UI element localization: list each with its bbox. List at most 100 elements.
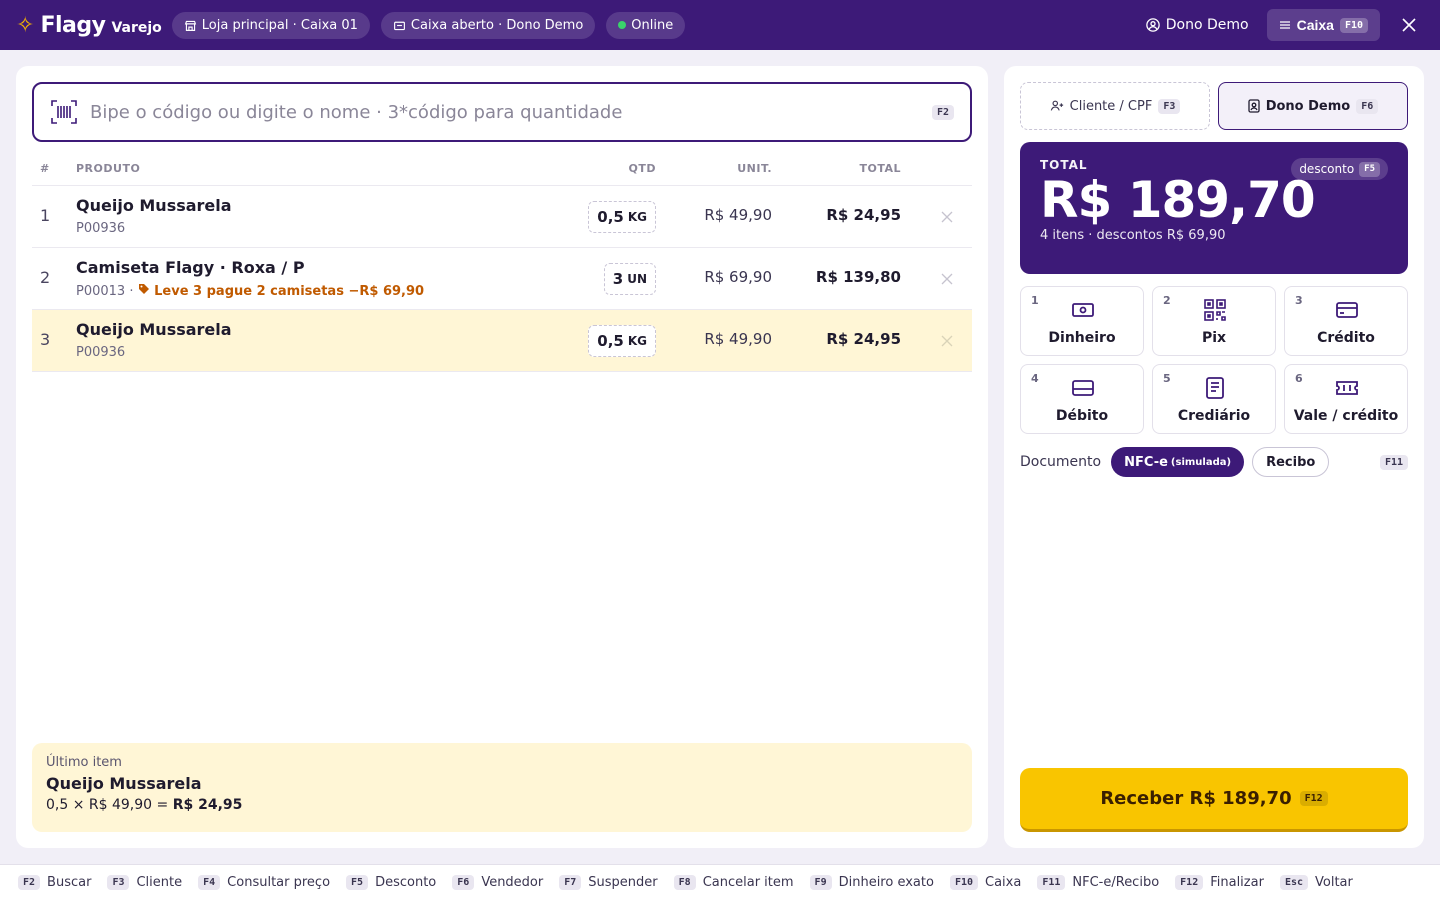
row-num: 3 [40, 330, 51, 349]
discount-label: desconto [1299, 162, 1355, 176]
last-item-calc-total: R$ 24,95 [172, 797, 243, 813]
product-sku: P00013 · [76, 284, 134, 299]
close-button[interactable] [1394, 10, 1424, 40]
doc-receipt-button[interactable]: Recibo [1252, 447, 1330, 477]
doc-nfce-note: (simulada) [1170, 456, 1232, 468]
store-pill[interactable]: Loja principal · Caixa 01 [171, 11, 370, 39]
doc-receipt-label: Recibo [1266, 454, 1316, 470]
table-row[interactable]: 1 Queijo Mussarela P00936 0,5 KG R$ 49,90… [32, 186, 972, 248]
line-total: R$ 139,80 [815, 268, 901, 286]
qty-value: 0,5 [597, 208, 624, 226]
shortcut-label: Suspender [588, 875, 658, 890]
shortcut-label: Consultar preço [227, 875, 331, 890]
payment-label: Dinheiro [1048, 330, 1116, 346]
shortcut-document[interactable]: F11 NFC-e/Recibo [1037, 875, 1159, 890]
store-icon [184, 20, 196, 31]
payment-label: Débito [1055, 408, 1109, 424]
line-total: R$ 24,95 [826, 206, 901, 224]
shortcut-label: Dinheiro exato [838, 875, 934, 890]
unit-price: R$ 49,90 [704, 330, 772, 348]
voucher-icon [1336, 381, 1358, 395]
last-item-calc-prefix: 0,5 × R$ 49,90 = [46, 797, 169, 813]
payment-cash-button[interactable]: 1 Dinheiro [1020, 286, 1144, 356]
shortcut-price-check[interactable]: F4 Consultar preço [198, 875, 330, 890]
last-item-card: Último item Queijo Mussarela 0,5 × R$ 49… [32, 743, 972, 832]
shortcut-client[interactable]: F3 Cliente [107, 875, 182, 890]
promo-label: Leve 3 pague 2 camisetas −R$ 69,90 [154, 284, 425, 299]
user-menu[interactable]: Dono Demo [1138, 17, 1257, 33]
doc-key: F11 [1379, 454, 1408, 470]
store-label: Loja principal · Caixa 01 [201, 17, 358, 33]
unit-price: R$ 69,90 [704, 268, 772, 286]
top-bar: ✧ Flagy Varejo Loja principal · Caixa 01… [0, 0, 1440, 50]
shortcut-label: Finalizar [1210, 875, 1264, 890]
caixa-label: Caixa [1296, 17, 1334, 33]
payment-debit-button[interactable]: 4 Débito [1020, 364, 1144, 434]
row-num: 1 [40, 206, 51, 225]
payment-credit-button[interactable]: 3 Crédito [1284, 286, 1408, 356]
table-row[interactable]: 2 Camiseta Flagy · Roxa / P P00013 · Lev… [32, 248, 972, 310]
qty-unit: KG [627, 210, 647, 224]
product-sku: P00936 [76, 345, 126, 360]
qty-field[interactable]: 0,5 KG [588, 201, 656, 233]
ledger-icon [1206, 377, 1224, 399]
shortcut-back[interactable]: Esc Voltar [1279, 875, 1353, 890]
close-icon [941, 211, 953, 223]
shortcut-search[interactable]: F2 Buscar [18, 875, 91, 890]
register-status-pill[interactable]: Caixa aberto · Dono Demo [380, 11, 596, 39]
credit-card-icon [1336, 302, 1358, 318]
seller-key: F6 [1356, 98, 1379, 114]
shortcut-suspend[interactable]: F7 Suspender [559, 875, 658, 890]
payment-store-credit-button[interactable]: 5 Crediário [1152, 364, 1276, 434]
remove-item-button[interactable] [934, 328, 960, 354]
shortcut-key: Esc [1279, 875, 1308, 890]
shortcut-caixa[interactable]: F10 Caixa [949, 875, 1022, 890]
barcode-icon [51, 100, 77, 124]
search-input[interactable] [90, 101, 932, 123]
shortcut-cancel-item[interactable]: F8 Cancelar item [673, 875, 794, 890]
payment-label: Pix [1201, 330, 1227, 346]
user-icon [1145, 18, 1160, 32]
col-product: PRODUTO [76, 162, 141, 175]
doc-nfce-label: NFC-e [1124, 454, 1168, 470]
discount-button[interactable]: desconto F5 [1291, 158, 1388, 180]
shortcut-exact-cash[interactable]: F9 Dinheiro exato [809, 875, 934, 890]
payment-num: 1 [1031, 294, 1039, 307]
seller-button[interactable]: Dono Demo F6 [1218, 82, 1408, 130]
qty-field[interactable]: 3 UN [603, 263, 656, 295]
shortcut-seller[interactable]: F6 Vendedor [452, 875, 543, 890]
badge-icon [1248, 99, 1260, 113]
online-label: Online [631, 17, 674, 33]
table-row[interactable]: 3 Queijo Mussarela P00936 0,5 KG R$ 49,90… [32, 310, 972, 372]
remove-item-button[interactable] [934, 204, 960, 230]
tag-icon [138, 284, 149, 294]
caixa-button[interactable]: Caixa F10 [1266, 9, 1380, 41]
shortcut-key: F3 [107, 875, 130, 890]
qr-code-icon [1204, 299, 1226, 321]
doc-nfce-button[interactable]: NFC-e (simulada) [1111, 447, 1245, 477]
product-name: Queijo Mussarela [76, 320, 232, 339]
shortcut-finish[interactable]: F12 Finalizar [1175, 875, 1264, 890]
qty-unit: UN [627, 272, 647, 286]
shortcut-key: F6 [452, 875, 475, 890]
client-button[interactable]: Cliente / CPF F3 [1020, 82, 1210, 130]
product-search[interactable]: F2 [32, 82, 972, 142]
payment-num: 3 [1295, 294, 1303, 307]
remove-item-button[interactable] [934, 266, 960, 292]
payment-pix-button[interactable]: 2 Pix [1152, 286, 1276, 356]
register-status-label: Caixa aberto · Dono Demo [410, 17, 584, 33]
shortcut-label: Vendedor [481, 875, 544, 890]
payment-num: 6 [1295, 372, 1303, 385]
debit-card-icon [1072, 380, 1094, 396]
search-key: F2 [931, 104, 954, 120]
shortcut-discount[interactable]: F5 Desconto [346, 875, 436, 890]
last-item-label: Último item [46, 755, 122, 770]
payment-voucher-button[interactable]: 6 Vale / crédito [1284, 364, 1408, 434]
cash-icon [1072, 303, 1094, 317]
receive-payment-button[interactable]: Receber R$ 189,70 F12 [1020, 768, 1408, 832]
user-name: Dono Demo [1165, 17, 1249, 33]
shortcut-label: Caixa [985, 875, 1022, 890]
payment-num: 4 [1031, 372, 1039, 385]
qty-field[interactable]: 0,5 KG [588, 325, 656, 357]
shortcut-key: F7 [559, 875, 582, 890]
